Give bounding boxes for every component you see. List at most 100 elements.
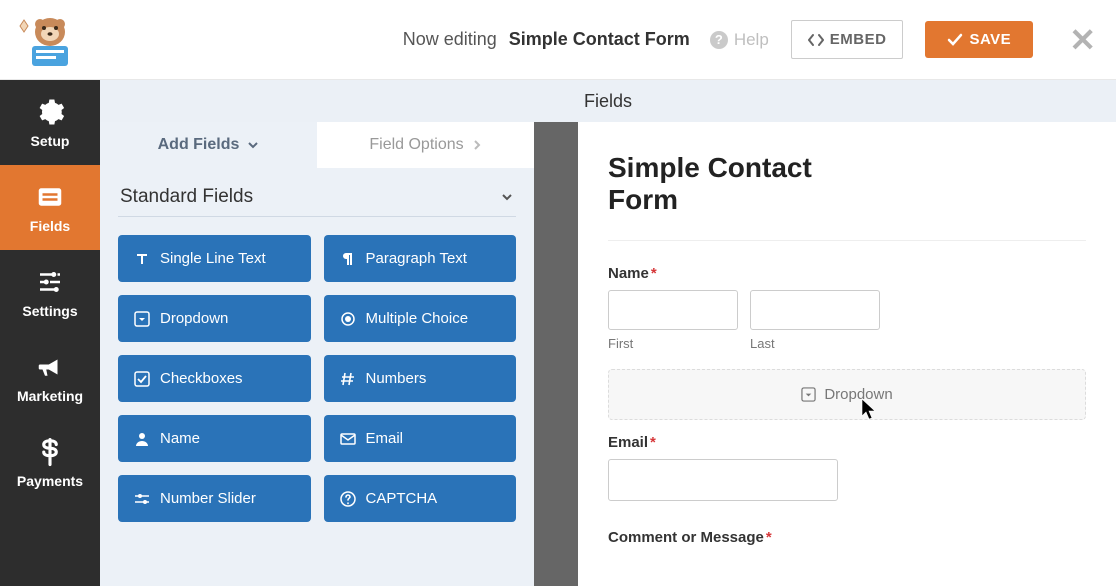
field-paragraph-text[interactable]: Paragraph Text: [324, 235, 517, 282]
field-label: Multiple Choice: [366, 310, 469, 327]
tab-label: Add Fields: [158, 136, 240, 154]
field-label: Email: [366, 430, 404, 447]
save-button[interactable]: SAVE: [925, 21, 1033, 58]
field-name-block: Name* First Last: [608, 265, 1086, 351]
help-icon: ?: [710, 31, 728, 49]
first-name-sublabel: First: [608, 336, 738, 351]
field-dropdown[interactable]: Dropdown: [118, 295, 311, 342]
text-icon: [134, 251, 150, 267]
chevron-down-icon: [247, 140, 259, 150]
code-icon: [808, 33, 824, 47]
tab-label: Field Options: [369, 136, 463, 154]
field-label: Paragraph Text: [366, 250, 467, 267]
field-email-block: Email*: [608, 434, 1086, 501]
title-prefix: Now editing: [403, 29, 497, 50]
close-icon[interactable]: ✕: [1069, 21, 1096, 59]
field-label: CAPTCHA: [366, 490, 438, 507]
mouse-cursor-icon: [859, 397, 879, 425]
form-name: Simple Contact Form: [509, 29, 690, 50]
last-name-input[interactable]: [750, 290, 880, 330]
hash-icon: [340, 371, 356, 387]
panel-body: Standard Fields Single Line Text Paragra…: [100, 168, 534, 586]
email-input[interactable]: [608, 459, 838, 501]
form-preview: Simple Contact Form Name* First Last: [578, 122, 1116, 586]
field-label: Numbers: [366, 370, 427, 387]
help-link[interactable]: ? Help: [710, 30, 769, 50]
embed-label: EMBED: [830, 31, 887, 48]
sidebar-item-settings[interactable]: Settings: [0, 250, 100, 335]
radio-icon: [340, 311, 356, 327]
last-name-sublabel: Last: [750, 336, 880, 351]
tab-field-options[interactable]: Field Options: [317, 122, 534, 168]
required-indicator: *: [651, 265, 657, 282]
sidebar-label: Settings: [22, 303, 77, 319]
dropdown-icon: [134, 311, 150, 327]
divider: [608, 240, 1086, 241]
dropdown-dropzone[interactable]: Dropdown: [608, 369, 1086, 420]
top-bar: Now editing Simple Contact Form ? Help E…: [0, 0, 1116, 80]
save-label: SAVE: [969, 31, 1011, 48]
check-icon: [947, 33, 963, 47]
chevron-down-icon: [500, 191, 514, 203]
sidebar-item-fields[interactable]: Fields: [0, 165, 100, 250]
sidebar-label: Setup: [31, 133, 70, 149]
builder-sidebar: Setup Fields Settings Marketing Payments: [0, 80, 100, 586]
sidebar-item-marketing[interactable]: Marketing: [0, 335, 100, 420]
field-multiple-choice[interactable]: Multiple Choice: [324, 295, 517, 342]
split-area: Add Fields Field Options Standard Fields: [100, 122, 1116, 586]
group-title: Standard Fields: [120, 186, 253, 208]
form-icon: [35, 182, 65, 212]
embed-button[interactable]: EMBED: [791, 20, 904, 59]
panel-tabs: Add Fields Field Options: [100, 122, 534, 168]
user-icon: [134, 431, 150, 447]
required-indicator: *: [766, 529, 772, 546]
fields-header: Fields: [100, 80, 1116, 122]
comment-label: Comment or Message*: [608, 529, 1086, 546]
field-label: Dropdown: [160, 310, 228, 327]
sidebar-label: Marketing: [17, 388, 83, 404]
field-comment-block: Comment or Message*: [608, 529, 1086, 546]
sliders-icon: [35, 267, 65, 297]
name-label: Name*: [608, 265, 1086, 282]
paragraph-icon: [340, 251, 356, 267]
sidebar-item-payments[interactable]: Payments: [0, 420, 100, 505]
divider: [118, 216, 516, 217]
slider-icon: [134, 491, 150, 507]
megaphone-icon: [35, 352, 65, 382]
name-row: First Last: [608, 290, 1086, 351]
fields-panel: Add Fields Field Options Standard Fields: [100, 122, 534, 586]
field-group-standard[interactable]: Standard Fields: [118, 186, 516, 216]
field-single-line-text[interactable]: Single Line Text: [118, 235, 311, 282]
sidebar-label: Fields: [30, 218, 70, 234]
field-name[interactable]: Name: [118, 415, 311, 462]
field-email[interactable]: Email: [324, 415, 517, 462]
preview-title: Simple Contact Form: [608, 152, 868, 216]
chevron-right-icon: [472, 139, 482, 151]
field-number-slider[interactable]: Number Slider: [118, 475, 311, 522]
required-indicator: *: [650, 434, 656, 451]
tab-add-fields[interactable]: Add Fields: [100, 122, 317, 168]
field-numbers[interactable]: Numbers: [324, 355, 517, 402]
editing-title: Now editing Simple Contact Form ? Help E…: [100, 20, 1096, 59]
field-checkboxes[interactable]: Checkboxes: [118, 355, 311, 402]
email-label: Email*: [608, 434, 1086, 451]
field-label: Number Slider: [160, 490, 256, 507]
question-icon: [340, 491, 356, 507]
field-label: Single Line Text: [160, 250, 266, 267]
first-name-input[interactable]: [608, 290, 738, 330]
field-captcha[interactable]: CAPTCHA: [324, 475, 517, 522]
sidebar-item-setup[interactable]: Setup: [0, 80, 100, 165]
gear-icon: [35, 97, 65, 127]
field-label: Checkboxes: [160, 370, 243, 387]
field-label: Name: [160, 430, 200, 447]
envelope-icon: [340, 431, 356, 447]
app-logo: [0, 12, 100, 68]
field-grid: Single Line Text Paragraph Text Dropdown: [118, 235, 516, 522]
main-area: Setup Fields Settings Marketing Payments…: [0, 80, 1116, 586]
sidebar-label: Payments: [17, 473, 83, 489]
dropdown-icon: [801, 387, 816, 402]
help-label: Help: [734, 30, 769, 50]
content-area: Fields Add Fields Field Options Stan: [100, 80, 1116, 586]
gutter: [534, 122, 578, 586]
checkbox-icon: [134, 371, 150, 387]
